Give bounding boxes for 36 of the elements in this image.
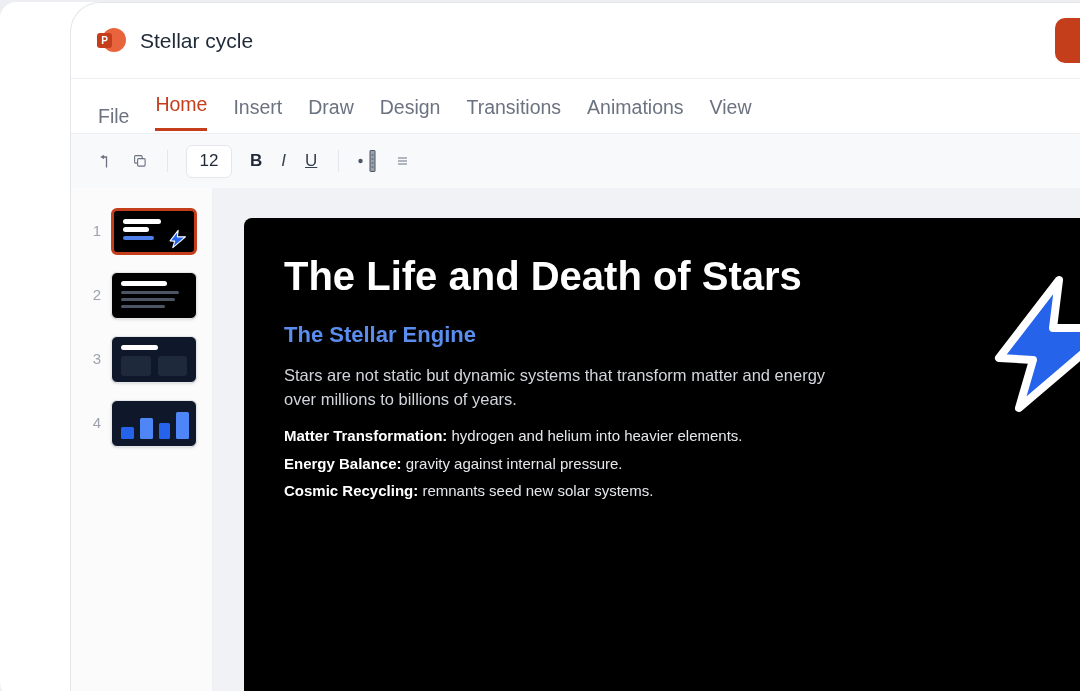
ribbon-tab[interactable]: Draw: [308, 94, 354, 133]
slide-number: 1: [92, 221, 102, 242]
chart-bar: [140, 418, 153, 439]
chart-bar: [121, 427, 134, 439]
ribbon-tab[interactable]: Home: [155, 91, 208, 131]
app-logo: P: [97, 28, 126, 53]
chart-bar: [159, 423, 170, 439]
ribbon-tab[interactable]: Insert: [233, 94, 283, 133]
undo-icon[interactable]: [100, 154, 109, 168]
copy-icon[interactable]: [134, 155, 146, 167]
font-size-field[interactable]: 12: [186, 144, 232, 178]
ribbon-tab[interactable]: Design: [379, 94, 441, 133]
bullet-icon[interactable]: [358, 150, 377, 172]
underline-button[interactable]: U: [304, 148, 319, 174]
slide-number: 2: [92, 285, 102, 306]
bullet-point: Energy Balance: gravity against internal pressure.: [284, 453, 624, 474]
bullet-point: Cosmic Recycling: remnants seed new solar systems.: [284, 481, 655, 501]
slide-thumbnail[interactable]: [111, 208, 197, 255]
italic-button[interactable]: I: [280, 148, 287, 174]
slide-number: 4: [92, 413, 102, 434]
ribbon-tab[interactable]: View: [709, 94, 752, 133]
slide-preview-drawing: [123, 219, 163, 241]
ribbon-tab[interactable]: Animations: [587, 94, 684, 133]
chart-bar: [176, 412, 189, 439]
slide-number: 3: [92, 349, 102, 370]
slide-paragraph: Stars are not static but dynamic systems that transform matter and energy over millions to billions of years.: [284, 365, 827, 410]
window-title: Stellar cycle: [140, 27, 254, 54]
lightning-bolt-icon: [169, 229, 186, 249]
bold-button[interactable]: B: [249, 148, 264, 174]
ribbon-tab[interactable]: Transitions: [466, 94, 562, 133]
slide-title: The Life and Death of Stars: [284, 253, 803, 300]
slide-subtitle: The Stellar Engine: [284, 321, 477, 349]
menu-tab[interactable]: File: [98, 103, 130, 133]
bullet-point: Matter Transformation: hydrogen and helium into heavier elements.: [284, 426, 744, 446]
slide-preview-drawing: [121, 281, 180, 309]
slide-preview-drawing: [121, 345, 188, 377]
